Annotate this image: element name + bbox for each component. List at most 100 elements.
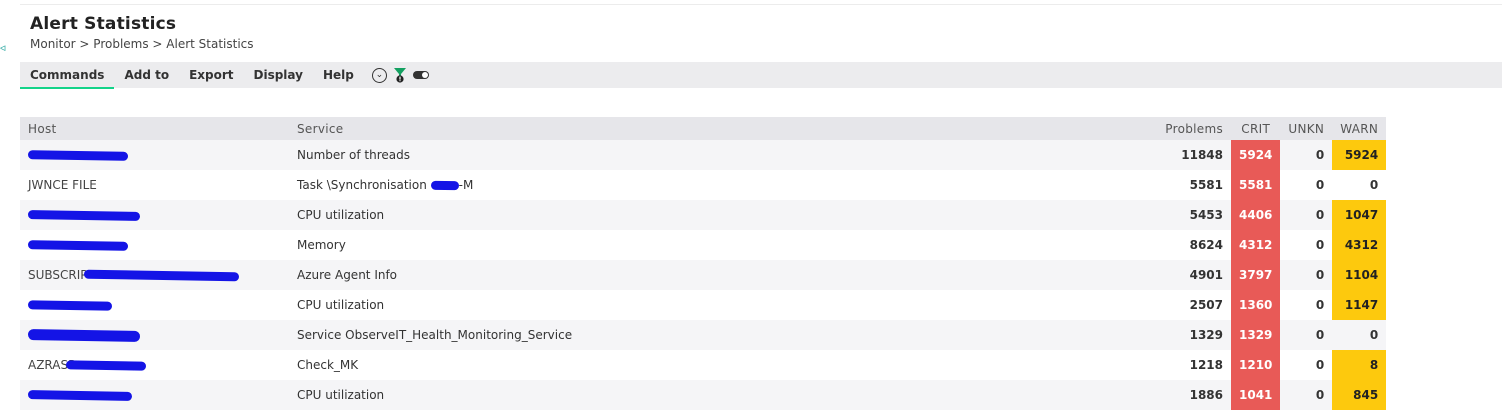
- crit-cell: 5581: [1231, 170, 1281, 200]
- problems-cell: 1886: [1129, 380, 1231, 410]
- header-service[interactable]: Service: [289, 117, 1129, 140]
- warn-cell: 0: [1332, 320, 1387, 350]
- table-row: CPU utilization 5453 4406 0 1047: [20, 200, 1387, 230]
- unkn-cell: 0: [1280, 350, 1333, 380]
- top-divider: [20, 4, 1502, 5]
- filter-button[interactable]: [393, 62, 407, 88]
- warn-cell: 8: [1332, 350, 1387, 380]
- unkn-cell: 0: [1280, 230, 1333, 260]
- crit-cell: 5924: [1231, 140, 1281, 170]
- redaction-mark: [27, 240, 129, 251]
- toggle-switch-icon: [412, 71, 429, 79]
- warn-cell: 1047: [1332, 200, 1387, 230]
- host-cell[interactable]: [20, 230, 289, 260]
- host-cell[interactable]: [20, 140, 289, 170]
- toggle-row-selection-button[interactable]: ⌄: [371, 62, 387, 88]
- crit-cell: 4312: [1231, 230, 1281, 260]
- header-unkn[interactable]: UNKN: [1280, 117, 1333, 140]
- table-row: Service ObserveIT_Health_Monitoring_Serv…: [20, 320, 1387, 350]
- redaction-mark: [27, 210, 141, 221]
- table-row: Number of threads 11848 5924 0 5924: [20, 140, 1387, 170]
- service-cell[interactable]: CPU utilization: [289, 200, 1129, 230]
- filter-icon: [393, 68, 406, 83]
- service-name[interactable]: Task \Synchronisation: [297, 178, 427, 192]
- unkn-cell: 0: [1280, 290, 1333, 320]
- host-cell[interactable]: [20, 380, 289, 410]
- left-sidebar-edge: ᐊ: [0, 0, 12, 410]
- warn-cell: 845: [1332, 380, 1387, 410]
- host-cell[interactable]: SUBSCRIP: [20, 260, 289, 290]
- service-cell[interactable]: Memory: [289, 230, 1129, 260]
- problems-cell: 2507: [1129, 290, 1231, 320]
- alert-statistics-table: Host Service Problems CRIT UNKN WARN Num…: [20, 117, 1387, 410]
- redaction-mark: [27, 300, 113, 311]
- crit-cell: 1210: [1231, 350, 1281, 380]
- service-cell[interactable]: Check_MK: [289, 350, 1129, 380]
- host-name[interactable]: SUBSCRIP: [28, 268, 88, 282]
- sidebar-edge-mark: ᐊ: [0, 44, 7, 53]
- table-row: Memory 8624 4312 0 4312: [20, 230, 1387, 260]
- unkn-cell: 0: [1280, 200, 1333, 230]
- unkn-cell: 0: [1280, 140, 1333, 170]
- warn-cell: 5924: [1332, 140, 1387, 170]
- unkn-cell: 0: [1280, 320, 1333, 350]
- redaction-mark: [83, 269, 239, 282]
- host-name[interactable]: JWNCE FILE: [28, 178, 97, 192]
- service-cell[interactable]: Task \Synchronisation -M: [289, 170, 1129, 200]
- problems-cell: 1329: [1129, 320, 1231, 350]
- warn-cell: 0: [1332, 170, 1387, 200]
- host-cell[interactable]: [20, 200, 289, 230]
- table-header-row: Host Service Problems CRIT UNKN WARN: [20, 117, 1387, 140]
- table-row: CPU utilization 1886 1041 0 845: [20, 380, 1387, 410]
- unkn-cell: 0: [1280, 260, 1333, 290]
- redaction-mark: [27, 390, 133, 401]
- problems-cell: 8624: [1129, 230, 1231, 260]
- warn-cell: 4312: [1332, 230, 1387, 260]
- breadcrumb: Monitor > Problems > Alert Statistics: [30, 37, 254, 51]
- menu-help[interactable]: Help: [313, 62, 364, 88]
- warn-cell: 1147: [1332, 290, 1387, 320]
- problems-cell: 5581: [1129, 170, 1231, 200]
- table-row: JWNCE FILE Task \Synchronisation -M 5581…: [20, 170, 1387, 200]
- menu-display[interactable]: Display: [244, 62, 313, 88]
- crit-cell: 1329: [1231, 320, 1281, 350]
- crit-cell: 3797: [1231, 260, 1281, 290]
- redaction-mark: [27, 150, 129, 161]
- header-crit[interactable]: CRIT: [1231, 117, 1281, 140]
- problems-cell: 4901: [1129, 260, 1231, 290]
- menu-export[interactable]: Export: [179, 62, 243, 88]
- menu-add-to[interactable]: Add to: [114, 62, 179, 88]
- page-title: Alert Statistics: [30, 14, 177, 34]
- crit-cell: 1360: [1231, 290, 1281, 320]
- crit-cell: 1041: [1231, 380, 1281, 410]
- display-toggle[interactable]: [412, 62, 429, 88]
- menu-commands[interactable]: Commands: [20, 62, 115, 89]
- circle-chevron-down-icon: ⌄: [371, 67, 387, 83]
- crit-cell: 4406: [1231, 200, 1281, 230]
- service-cell[interactable]: CPU utilization: [289, 380, 1129, 410]
- host-cell[interactable]: JWNCE FILE: [20, 170, 289, 200]
- host-cell[interactable]: [20, 320, 289, 350]
- service-name-suffix: -M: [458, 178, 474, 192]
- service-cell[interactable]: Number of threads: [289, 140, 1129, 170]
- table-row: CPU utilization 2507 1360 0 1147: [20, 290, 1387, 320]
- redaction-mark: [66, 360, 147, 371]
- header-problems[interactable]: Problems: [1129, 117, 1231, 140]
- service-cell[interactable]: CPU utilization: [289, 290, 1129, 320]
- command-menubar: Commands Add to Export Display Help ⌄: [20, 62, 1502, 89]
- warn-cell: 1104: [1332, 260, 1387, 290]
- service-cell[interactable]: Service ObserveIT_Health_Monitoring_Serv…: [289, 320, 1129, 350]
- host-cell[interactable]: AZRASR: [20, 350, 289, 380]
- unkn-cell: 0: [1280, 170, 1333, 200]
- table-row: AZRASR Check_MK 1218 1210 0 8: [20, 350, 1387, 380]
- redaction-mark: [430, 180, 459, 191]
- host-cell[interactable]: [20, 290, 289, 320]
- problems-cell: 1218: [1129, 350, 1231, 380]
- header-warn[interactable]: WARN: [1332, 117, 1387, 140]
- header-host[interactable]: Host: [20, 117, 289, 140]
- redaction-mark: [27, 329, 141, 342]
- service-cell[interactable]: Azure Agent Info: [289, 260, 1129, 290]
- problems-cell: 11848: [1129, 140, 1231, 170]
- table-row: SUBSCRIP Azure Agent Info 4901 3797 0 11…: [20, 260, 1387, 290]
- problems-cell: 5453: [1129, 200, 1231, 230]
